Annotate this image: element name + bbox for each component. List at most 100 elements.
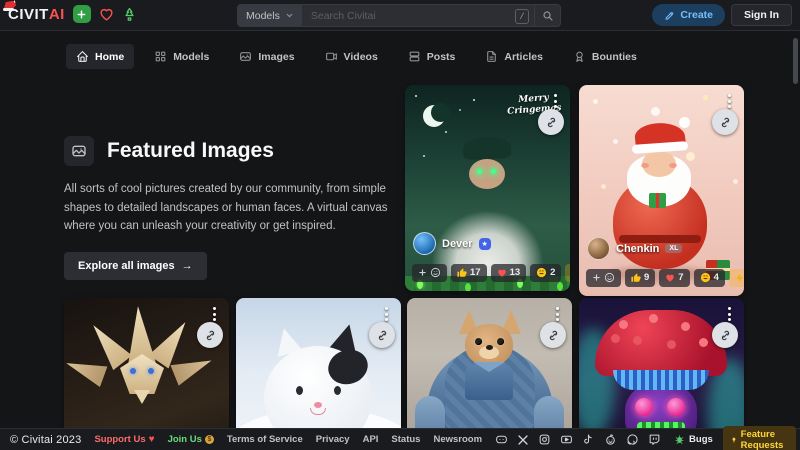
copy-link-button[interactable] — [197, 322, 223, 348]
like-count: 17 — [470, 267, 481, 278]
laugh-reaction[interactable]: 2 — [530, 264, 561, 282]
footer-link-support-us[interactable]: Support Us ♥ — [94, 434, 154, 445]
heart-outline-icon — [99, 7, 114, 22]
goggle-art — [667, 398, 685, 416]
tab-label: Bounties — [592, 51, 637, 63]
like-reaction[interactable]: 9 — [625, 269, 655, 287]
scrollbar-thumb[interactable] — [793, 38, 798, 84]
support-heart-button[interactable] — [99, 7, 114, 22]
feature-requests-label: Feature Requests — [741, 429, 788, 450]
footer-link-join-us[interactable]: Join Us $ — [168, 434, 214, 445]
civitai-logo[interactable]: CIVITAI — [8, 6, 65, 23]
add-button[interactable] — [73, 5, 91, 23]
top-navbar: CIVITAI Models / Create Sign In — [0, 0, 800, 31]
more-options-icon[interactable] — [725, 304, 734, 324]
search-bar: Models / — [237, 4, 561, 27]
mushroom-cap-art — [595, 310, 727, 376]
crescent-moon-cut — [431, 103, 450, 122]
sign-in-button[interactable]: Sign In — [731, 4, 792, 26]
reddit-icon[interactable] — [604, 433, 617, 446]
more-options-icon[interactable] — [725, 91, 734, 111]
card-user-row[interactable]: Dever ★ — [413, 232, 491, 255]
copy-link-button[interactable] — [538, 109, 564, 135]
tab-models[interactable]: Models — [144, 44, 219, 69]
footer-link-status[interactable]: Status — [391, 434, 420, 445]
user-badge-icon: ★ — [479, 238, 491, 250]
zap-reaction[interactable]: 8 — [729, 269, 744, 287]
origami-spike-art — [84, 318, 132, 371]
avatar — [587, 237, 610, 260]
tab-articles[interactable]: Articles — [475, 44, 553, 69]
card-user-row[interactable]: Chenkin XL — [587, 237, 682, 260]
twitch-icon[interactable] — [648, 433, 661, 446]
layout-list-icon — [408, 50, 421, 63]
heart-count: 13 — [510, 267, 521, 278]
like-reaction[interactable]: 17 — [451, 264, 487, 282]
section-description: All sorts of cool pictures created by ou… — [64, 180, 396, 236]
tab-videos[interactable]: Videos — [315, 44, 388, 69]
santa-cheek-art — [641, 163, 649, 168]
x-twitter-icon[interactable] — [517, 434, 529, 446]
reaction-bar: 9 7 4 8 — [586, 268, 737, 287]
logo-text-ai: AI — [49, 6, 65, 23]
cap-bumps-art — [619, 320, 628, 329]
more-options-icon[interactable] — [551, 91, 560, 111]
github-icon[interactable] — [626, 433, 639, 446]
tab-label: Articles — [504, 51, 543, 63]
award-icon — [573, 50, 586, 63]
heart-reaction[interactable]: 7 — [659, 269, 689, 287]
sign-in-label: Sign In — [744, 9, 779, 21]
smiley-icon — [604, 272, 615, 283]
search-submit-button[interactable] — [534, 5, 560, 26]
footer-link-newsroom[interactable]: Newsroom — [433, 434, 482, 445]
discord-icon[interactable] — [495, 433, 508, 446]
more-options-icon[interactable] — [553, 304, 562, 324]
tab-home[interactable]: Home — [66, 44, 134, 69]
bugs-link[interactable]: Bugs — [674, 434, 713, 445]
instagram-icon[interactable] — [538, 433, 551, 446]
chevron-down-icon — [285, 11, 294, 20]
footer-link-api[interactable]: API — [363, 434, 379, 445]
laugh-emoji-icon — [536, 267, 547, 278]
feature-requests-button[interactable]: Feature Requests — [723, 426, 796, 450]
copy-link-button[interactable] — [712, 322, 738, 348]
add-reaction-button[interactable] — [586, 269, 621, 287]
footer-link-terms[interactable]: Terms of Service — [227, 434, 303, 445]
link-icon — [376, 329, 389, 342]
copy-link-button[interactable] — [712, 109, 738, 135]
cat-eye-art — [296, 386, 303, 395]
lightbulb-icon — [731, 435, 737, 445]
tab-bounties[interactable]: Bounties — [563, 44, 647, 69]
tab-label: Videos — [344, 51, 378, 63]
zap-reaction[interactable]: 14 — [565, 264, 570, 282]
explore-all-images-button[interactable]: Explore all images → — [64, 252, 207, 280]
copy-link-button[interactable] — [369, 322, 395, 348]
search-category-dropdown[interactable]: Models — [238, 5, 302, 26]
santa-hat-band — [3, 8, 14, 11]
tab-label: Home — [95, 51, 124, 63]
holiday-tree-button[interactable] — [122, 7, 137, 22]
thumbs-up-icon — [631, 273, 641, 283]
wizard-hat-art — [462, 136, 511, 160]
tab-posts[interactable]: Posts — [398, 44, 466, 69]
tab-images[interactable]: Images — [229, 44, 304, 69]
money-emoji-icon: $ — [205, 435, 214, 444]
image-card-wizard-santa: Merry Cringemas Dever ★ 17 13 2 14 — [405, 85, 570, 291]
origami-snout-art — [134, 390, 150, 404]
tiktok-icon[interactable] — [582, 433, 595, 446]
copy-link-button[interactable] — [540, 322, 566, 348]
main-navigation: Home Models Images Videos Posts Articles… — [66, 44, 647, 69]
stars-art — [415, 95, 417, 97]
create-button-label: Create — [680, 9, 713, 21]
create-button[interactable]: Create — [652, 4, 725, 26]
footer-link-privacy[interactable]: Privacy — [316, 434, 350, 445]
mushroom-gills-art — [613, 370, 709, 390]
more-options-icon[interactable] — [210, 304, 219, 324]
heart-reaction[interactable]: 13 — [491, 264, 527, 282]
youtube-icon[interactable] — [560, 433, 573, 446]
laugh-reaction[interactable]: 4 — [694, 269, 725, 287]
logo-text-civit: CIVIT — [8, 6, 49, 23]
add-reaction-button[interactable] — [412, 264, 447, 282]
more-options-icon[interactable] — [382, 304, 391, 324]
search-input[interactable] — [302, 5, 534, 26]
